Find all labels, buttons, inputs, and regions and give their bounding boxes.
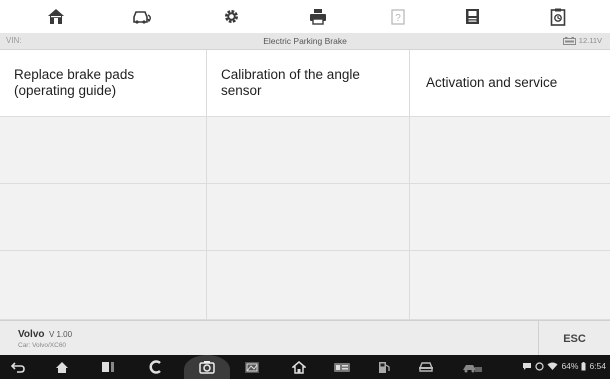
- empty-row: [0, 184, 610, 251]
- vehicle-make: Volvo: [18, 329, 45, 340]
- empty-row: [0, 117, 610, 184]
- empty-cell: [207, 117, 410, 184]
- car-icon[interactable]: [414, 358, 438, 376]
- function-activation-service[interactable]: Activation and service: [410, 50, 610, 117]
- vci-icon[interactable]: [330, 358, 354, 376]
- home-icon[interactable]: [36, 0, 76, 33]
- info-bar: VIN: Electric Parking Brake 12.11V: [0, 33, 610, 50]
- battery-percent: 64%: [561, 361, 579, 371]
- browser-icon[interactable]: [144, 358, 168, 376]
- svg-text:?: ?: [395, 13, 401, 24]
- voltage-value: 12.11V: [578, 36, 602, 45]
- home-nav-icon[interactable]: [50, 358, 74, 376]
- software-version: V 1.00: [48, 330, 73, 339]
- battery-voltage: 12.11V: [562, 36, 602, 45]
- recent-apps-icon[interactable]: [96, 358, 120, 376]
- screenshot-icon[interactable]: [240, 358, 264, 376]
- page-title: Electric Parking Brake: [263, 36, 347, 46]
- vehicle-info: Volvo V 1.00 Car: Volvo/XC60: [18, 324, 72, 349]
- footer-bar: Volvo V 1.00 Car: Volvo/XC60 ESC: [0, 320, 610, 356]
- data-logging-icon[interactable]: [538, 0, 578, 33]
- car-battery-icon: [562, 36, 576, 45]
- wifi-icon: [547, 362, 558, 370]
- vehicle-swap-icon[interactable]: [122, 0, 162, 33]
- function-calibrate-angle-sensor[interactable]: Calibration of the angle sensor: [207, 50, 410, 117]
- esc-button[interactable]: ESC: [538, 321, 610, 356]
- empty-cell: [207, 184, 410, 251]
- app-home-icon[interactable]: [287, 358, 311, 376]
- vehicle-model: Car: Volvo/XC60: [18, 342, 67, 349]
- status-area: 64% 6:54: [522, 361, 606, 371]
- maxifix-icon[interactable]: [460, 358, 484, 376]
- settings-gear-icon[interactable]: [211, 0, 251, 33]
- save-icon[interactable]: [452, 0, 492, 33]
- empty-cell: [410, 251, 610, 320]
- fuel-station-icon[interactable]: [372, 358, 396, 376]
- sync-icon: [535, 361, 545, 371]
- empty-cell: [410, 117, 610, 184]
- empty-cell: [207, 251, 410, 320]
- top-toolbar: ?: [0, 0, 610, 33]
- device-battery-icon: [581, 361, 586, 370]
- print-icon[interactable]: [298, 0, 338, 33]
- empty-cell: [410, 184, 610, 251]
- empty-cell: [0, 184, 207, 251]
- function-grid: Replace brake pads (operating guide) Cal…: [0, 50, 610, 320]
- empty-row: [0, 251, 610, 320]
- function-replace-brake-pads[interactable]: Replace brake pads (operating guide): [0, 50, 207, 117]
- clock: 6:54: [589, 361, 606, 371]
- chat-icon: [523, 362, 532, 370]
- back-icon[interactable]: [6, 358, 30, 376]
- function-row: Replace brake pads (operating guide) Cal…: [0, 50, 610, 117]
- empty-cell: [0, 117, 207, 184]
- empty-cell: [0, 251, 207, 320]
- help-icon[interactable]: ?: [378, 0, 418, 33]
- camera-icon[interactable]: [195, 358, 219, 376]
